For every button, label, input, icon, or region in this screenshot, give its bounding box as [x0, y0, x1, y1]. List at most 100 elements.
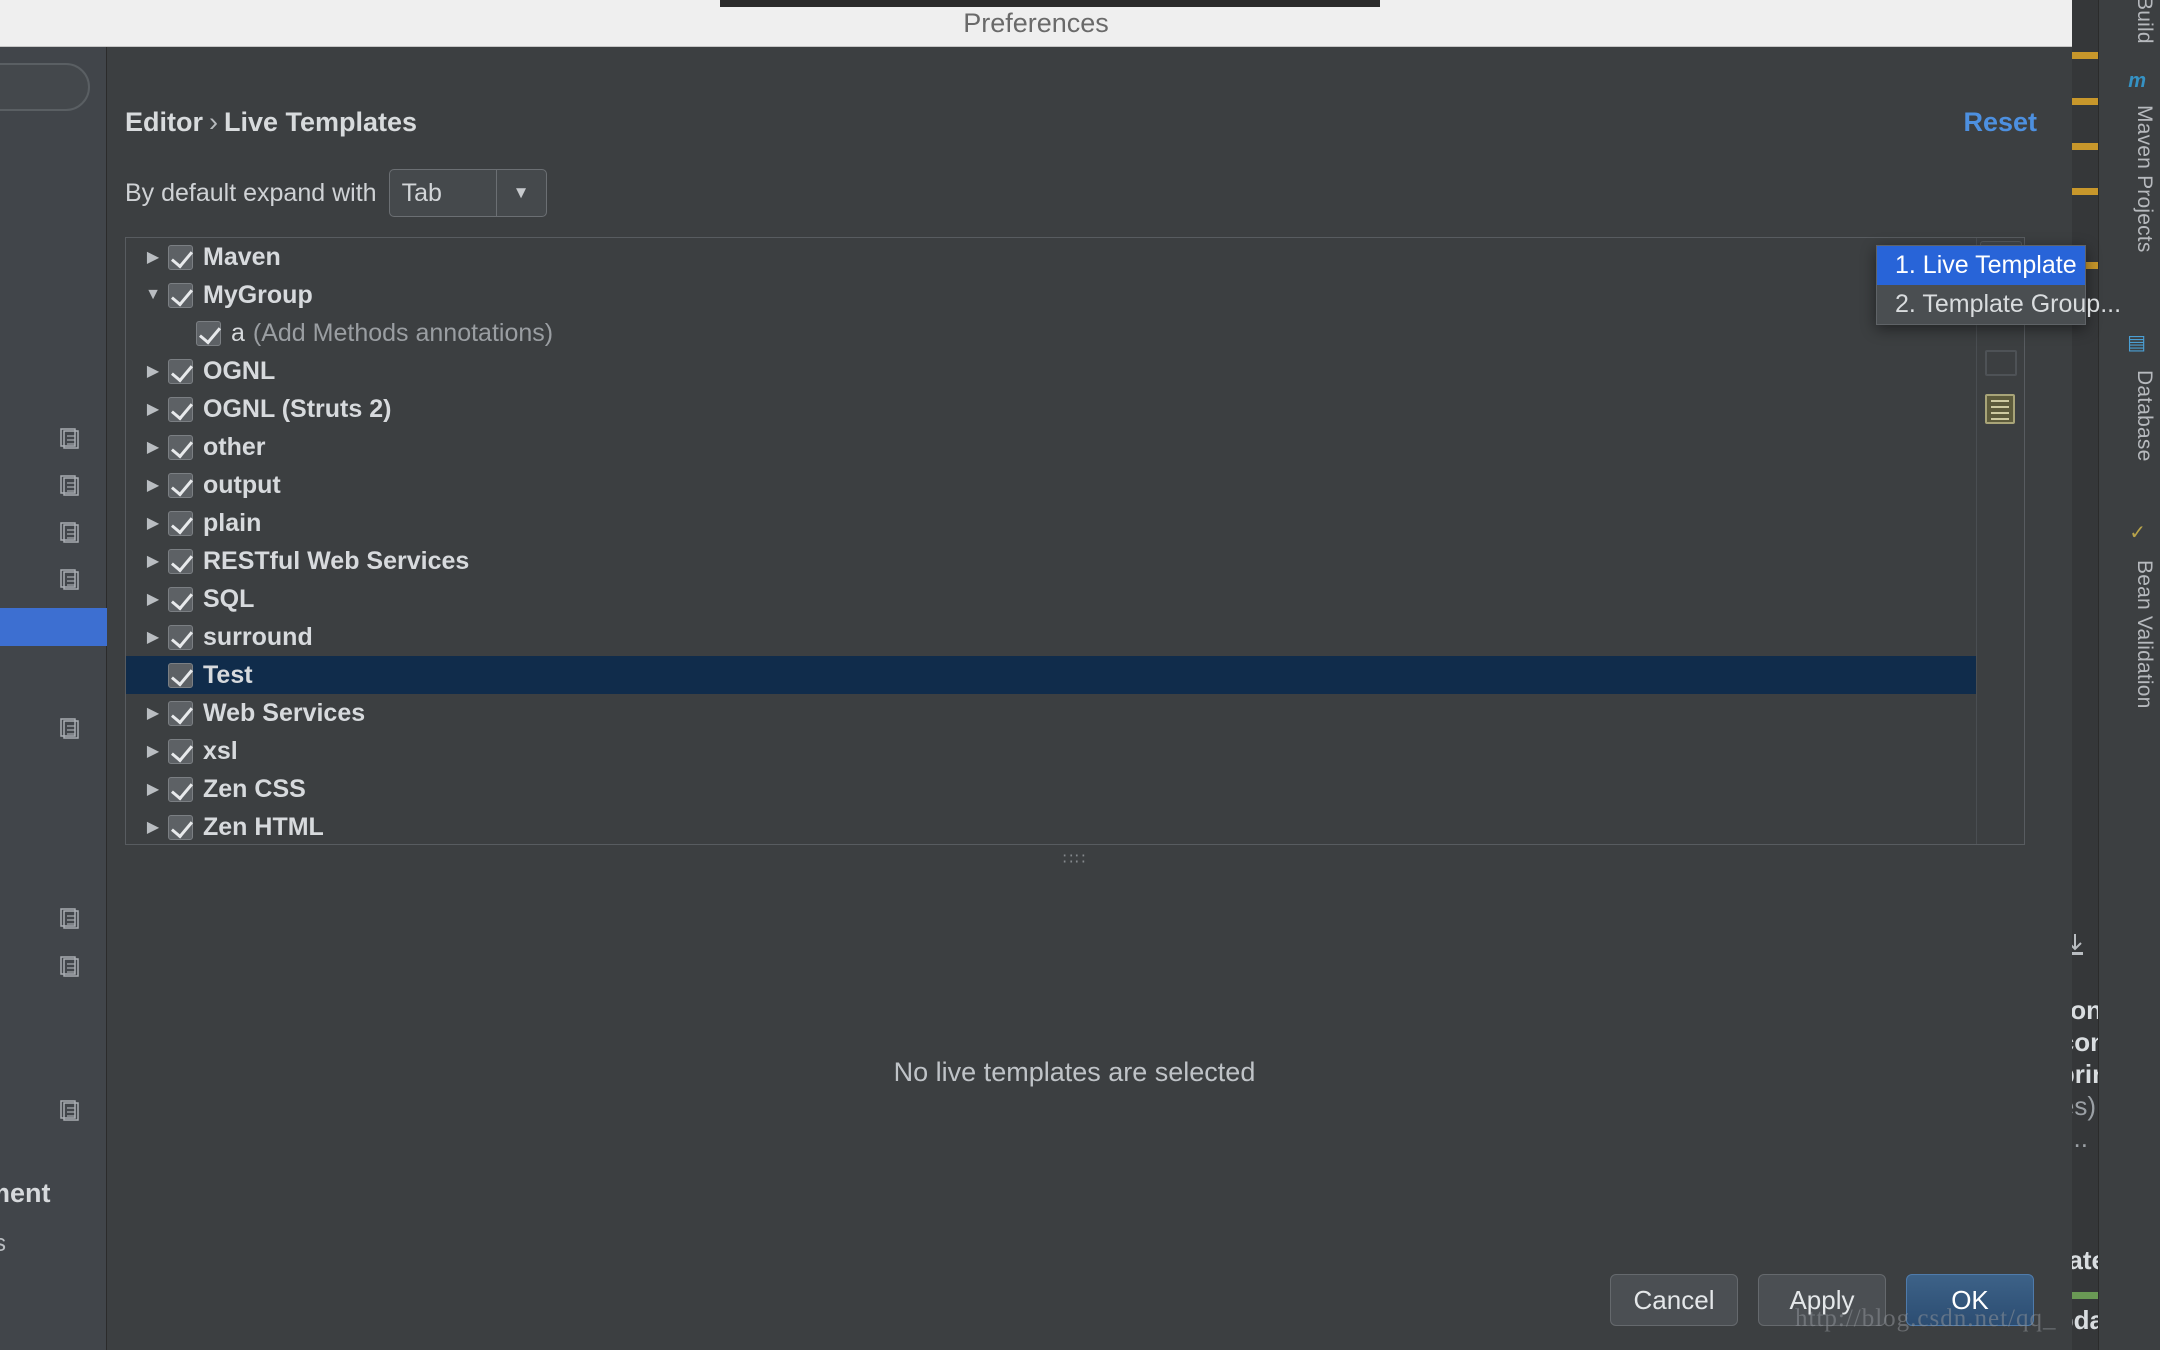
titlebar-overlap-sliver	[720, 0, 1380, 7]
tree-row-label: RESTful Web Services	[203, 546, 470, 575]
tree-group-row[interactable]: ▶ Zen HTML	[126, 808, 1976, 844]
reset-link[interactable]: Reset	[1963, 107, 2037, 138]
preferences-dialog: Editor › Live Templates Reset By default e…	[107, 47, 2072, 1350]
tree-group-row[interactable]: ▶ SQL	[126, 580, 1976, 618]
vertical-tab-build[interactable]: Build	[2132, 0, 2156, 44]
copy-icon[interactable]	[60, 1100, 82, 1124]
tree-group-row[interactable]: ▶ other	[126, 428, 1976, 466]
background-text-fragment: ment	[0, 1178, 51, 1208]
copy-icon[interactable]	[60, 908, 82, 932]
tree-row-label: SQL	[203, 584, 255, 613]
live-templates-tree-panel: ▶ Maven ▼ MyGroup a (Add Methods annotations)…	[125, 237, 2025, 845]
tree-rows: ▶ Maven ▼ MyGroup a (Add Methods annotations)…	[126, 238, 1976, 844]
chevron-right-icon[interactable]: ▶	[138, 437, 168, 457]
ide-selected-row[interactable]	[0, 608, 107, 646]
tree-row-checkbox[interactable]	[168, 586, 193, 612]
breadcrumb-root[interactable]: Editor	[125, 107, 203, 137]
breadcrumb-leaf: Live Templates	[224, 107, 418, 137]
chevron-right-icon[interactable]: ▶	[138, 703, 168, 723]
chevron-right-icon[interactable]: ▶	[138, 247, 168, 267]
tree-group-row[interactable]: ▶ output	[126, 466, 1976, 504]
copy-icon[interactable]	[60, 569, 82, 593]
tree-row-checkbox[interactable]	[168, 510, 193, 536]
tree-row-checkbox[interactable]	[168, 738, 193, 764]
breadcrumb: Editor › Live Templates	[125, 107, 417, 138]
document-icon[interactable]	[1985, 394, 2015, 424]
copy-icon[interactable]	[60, 428, 82, 452]
window-titlebar: Preferences	[0, 0, 2072, 47]
copy-icon[interactable]	[60, 956, 82, 980]
tree-row-checkbox[interactable]	[168, 472, 193, 498]
vertical-tab-maven-projects[interactable]: Maven Projects	[2132, 105, 2156, 253]
tree-row-label: xsl	[203, 736, 238, 765]
panel-splitter[interactable]: ∷∷	[125, 845, 2025, 868]
background-text-fragment: s	[0, 1230, 6, 1257]
expand-with-select[interactable]: Tab ▼	[388, 169, 547, 217]
copy-icon[interactable]	[1985, 350, 2017, 376]
add-template-popup-menu: 1. Live Template 2. Template Group...	[1876, 245, 2121, 325]
tree-row-checkbox[interactable]	[168, 814, 193, 840]
vertical-tab-database[interactable]: Database	[2132, 370, 2156, 462]
ide-search-pill[interactable]	[0, 63, 90, 111]
tree-scroll-area[interactable]: ▶ Maven ▼ MyGroup a (Add Methods annotations)…	[126, 238, 2024, 844]
tree-row-label: Maven	[203, 242, 281, 271]
ide-right-toolwindow-strip: Build m Maven Projects ▤ Database ✓ Bean…	[2098, 0, 2160, 1350]
tree-row-checkbox[interactable]	[168, 624, 193, 650]
tree-row-label: surround	[203, 622, 313, 651]
tree-row-checkbox[interactable]	[168, 244, 193, 270]
ide-left-panel: ment s	[0, 38, 107, 1350]
copy-icon[interactable]	[60, 475, 82, 499]
tree-row-checkbox[interactable]	[168, 396, 193, 422]
tree-row-checkbox[interactable]	[168, 700, 193, 726]
tree-toolbar: +	[1976, 238, 2024, 844]
tree-row-checkbox[interactable]	[196, 320, 221, 346]
chevron-right-icon[interactable]: ▶	[138, 589, 168, 609]
expand-with-row: By default expand with Tab ▼	[125, 169, 547, 217]
tree-row-checkbox[interactable]	[168, 282, 193, 308]
tree-group-row[interactable]: ▼ MyGroup	[126, 276, 1976, 314]
tree-row-label: OGNL (Struts 2)	[203, 394, 392, 423]
tree-row-label: Zen HTML	[203, 812, 324, 841]
tree-row-checkbox[interactable]	[168, 434, 193, 460]
tree-row-label: Test	[203, 660, 253, 689]
copy-icon[interactable]	[60, 718, 82, 742]
tree-row-label: plain	[203, 508, 262, 537]
popup-menu-item[interactable]: 2. Template Group...	[1877, 285, 2121, 324]
database-icon: ▤	[2127, 332, 2146, 354]
tree-group-row[interactable]: ▶ RESTful Web Services	[126, 542, 1976, 580]
tree-group-row[interactable]: ▶ surround	[126, 618, 1976, 656]
chevron-right-icon[interactable]: ▶	[138, 551, 168, 571]
vertical-tab-bean-validation[interactable]: Bean Validation	[2132, 560, 2156, 709]
tree-row-checkbox[interactable]	[168, 662, 193, 688]
tree-group-row[interactable]: ▶ OGNL	[126, 352, 1976, 390]
popup-menu-item[interactable]: 1. Live Template	[1877, 246, 2085, 285]
chevron-right-icon[interactable]: ▶	[138, 817, 168, 837]
tree-group-row[interactable]: ▶ xsl	[126, 732, 1976, 770]
chevron-down-icon[interactable]: ▼	[138, 286, 168, 304]
window-title: Preferences	[963, 8, 1109, 38]
chevron-right-icon[interactable]: ▶	[138, 399, 168, 419]
tree-group-row[interactable]: ▶ Web Services	[126, 694, 1976, 732]
chevron-right-icon[interactable]: ▶	[138, 513, 168, 533]
tree-row-checkbox[interactable]	[168, 776, 193, 802]
tree-group-row[interactable]: ▶ OGNL (Struts 2)	[126, 390, 1976, 428]
chevron-right-icon[interactable]: ▶	[138, 779, 168, 799]
chevron-right-icon[interactable]: ▶	[138, 475, 168, 495]
copy-icon[interactable]	[60, 522, 82, 546]
chevron-right-icon[interactable]: ▶	[138, 741, 168, 761]
tree-template-row[interactable]: a (Add Methods annotations)	[126, 314, 1976, 352]
cancel-button[interactable]: Cancel	[1610, 1274, 1738, 1326]
tree-group-row[interactable]: ▶Test	[126, 656, 1976, 694]
chevron-right-icon[interactable]: ▶	[138, 361, 168, 381]
tree-group-row[interactable]: ▶ Zen CSS	[126, 770, 1976, 808]
tree-group-row[interactable]: ▶ plain	[126, 504, 1976, 542]
tree-row-checkbox[interactable]	[168, 358, 193, 384]
tree-row-checkbox[interactable]	[168, 548, 193, 574]
expand-with-label: By default expand with	[125, 178, 377, 207]
empty-state-message: No live templates are selected	[893, 1057, 1256, 1087]
chevron-right-icon[interactable]: ▶	[138, 627, 168, 647]
chevron-down-icon[interactable]: ▼	[495, 170, 546, 216]
tree-row-label: a	[231, 318, 245, 347]
tree-row-label: other	[203, 432, 266, 461]
tree-group-row[interactable]: ▶ Maven	[126, 238, 1976, 276]
